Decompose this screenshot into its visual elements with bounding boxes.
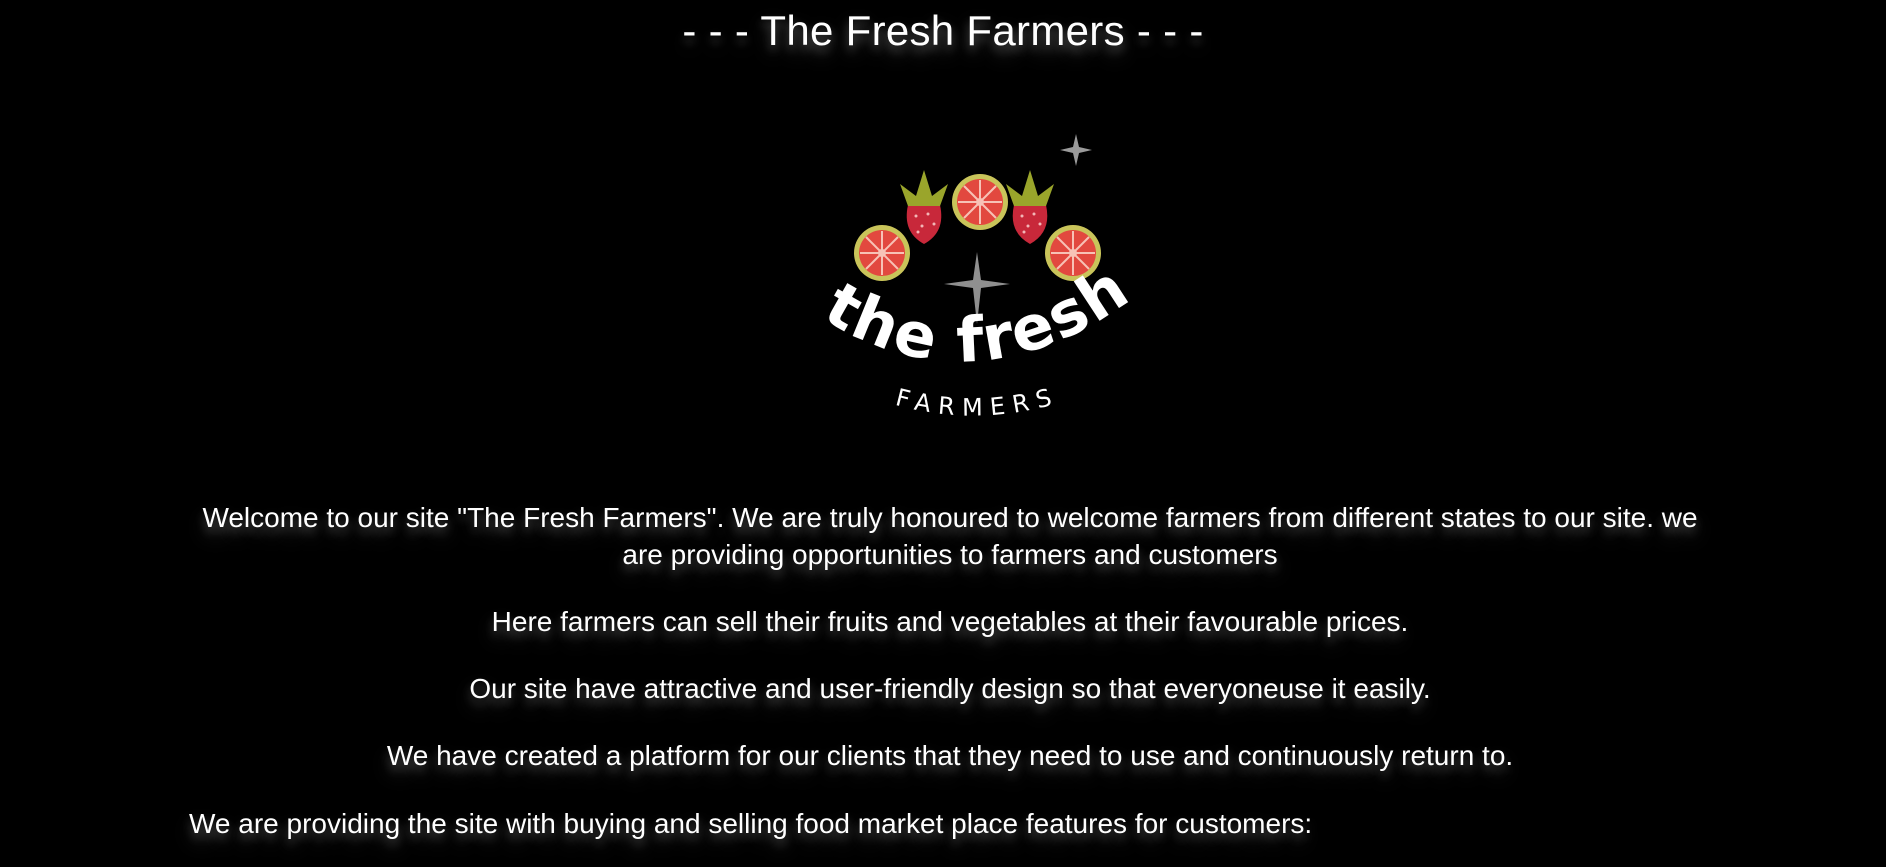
grapefruit-icon (952, 174, 1008, 230)
grapefruit-icon (854, 225, 910, 281)
logo-subtitle: FARMERS (893, 381, 1062, 421)
intro-paragraph: Welcome to our site "The Fresh Farmers".… (202, 502, 1698, 570)
strawberry-icon (1006, 170, 1054, 244)
features-heading: We are providing the site with buying an… (189, 808, 1313, 839)
sell-paragraph: Here farmers can sell their fruits and v… (491, 606, 1409, 637)
fruits-logo-icon: the fresh FARMERS (813, 134, 1140, 422)
design-paragraph: Our site have attractive and user-friend… (469, 673, 1431, 704)
page: - - - The Fresh Farmers - - - the fresh … (0, 0, 1886, 867)
strawberry-icon (900, 170, 948, 244)
platform-paragraph: We have created a platform for our clien… (386, 740, 1514, 771)
site-title: - - - The Fresh Farmers - - - (682, 7, 1204, 54)
